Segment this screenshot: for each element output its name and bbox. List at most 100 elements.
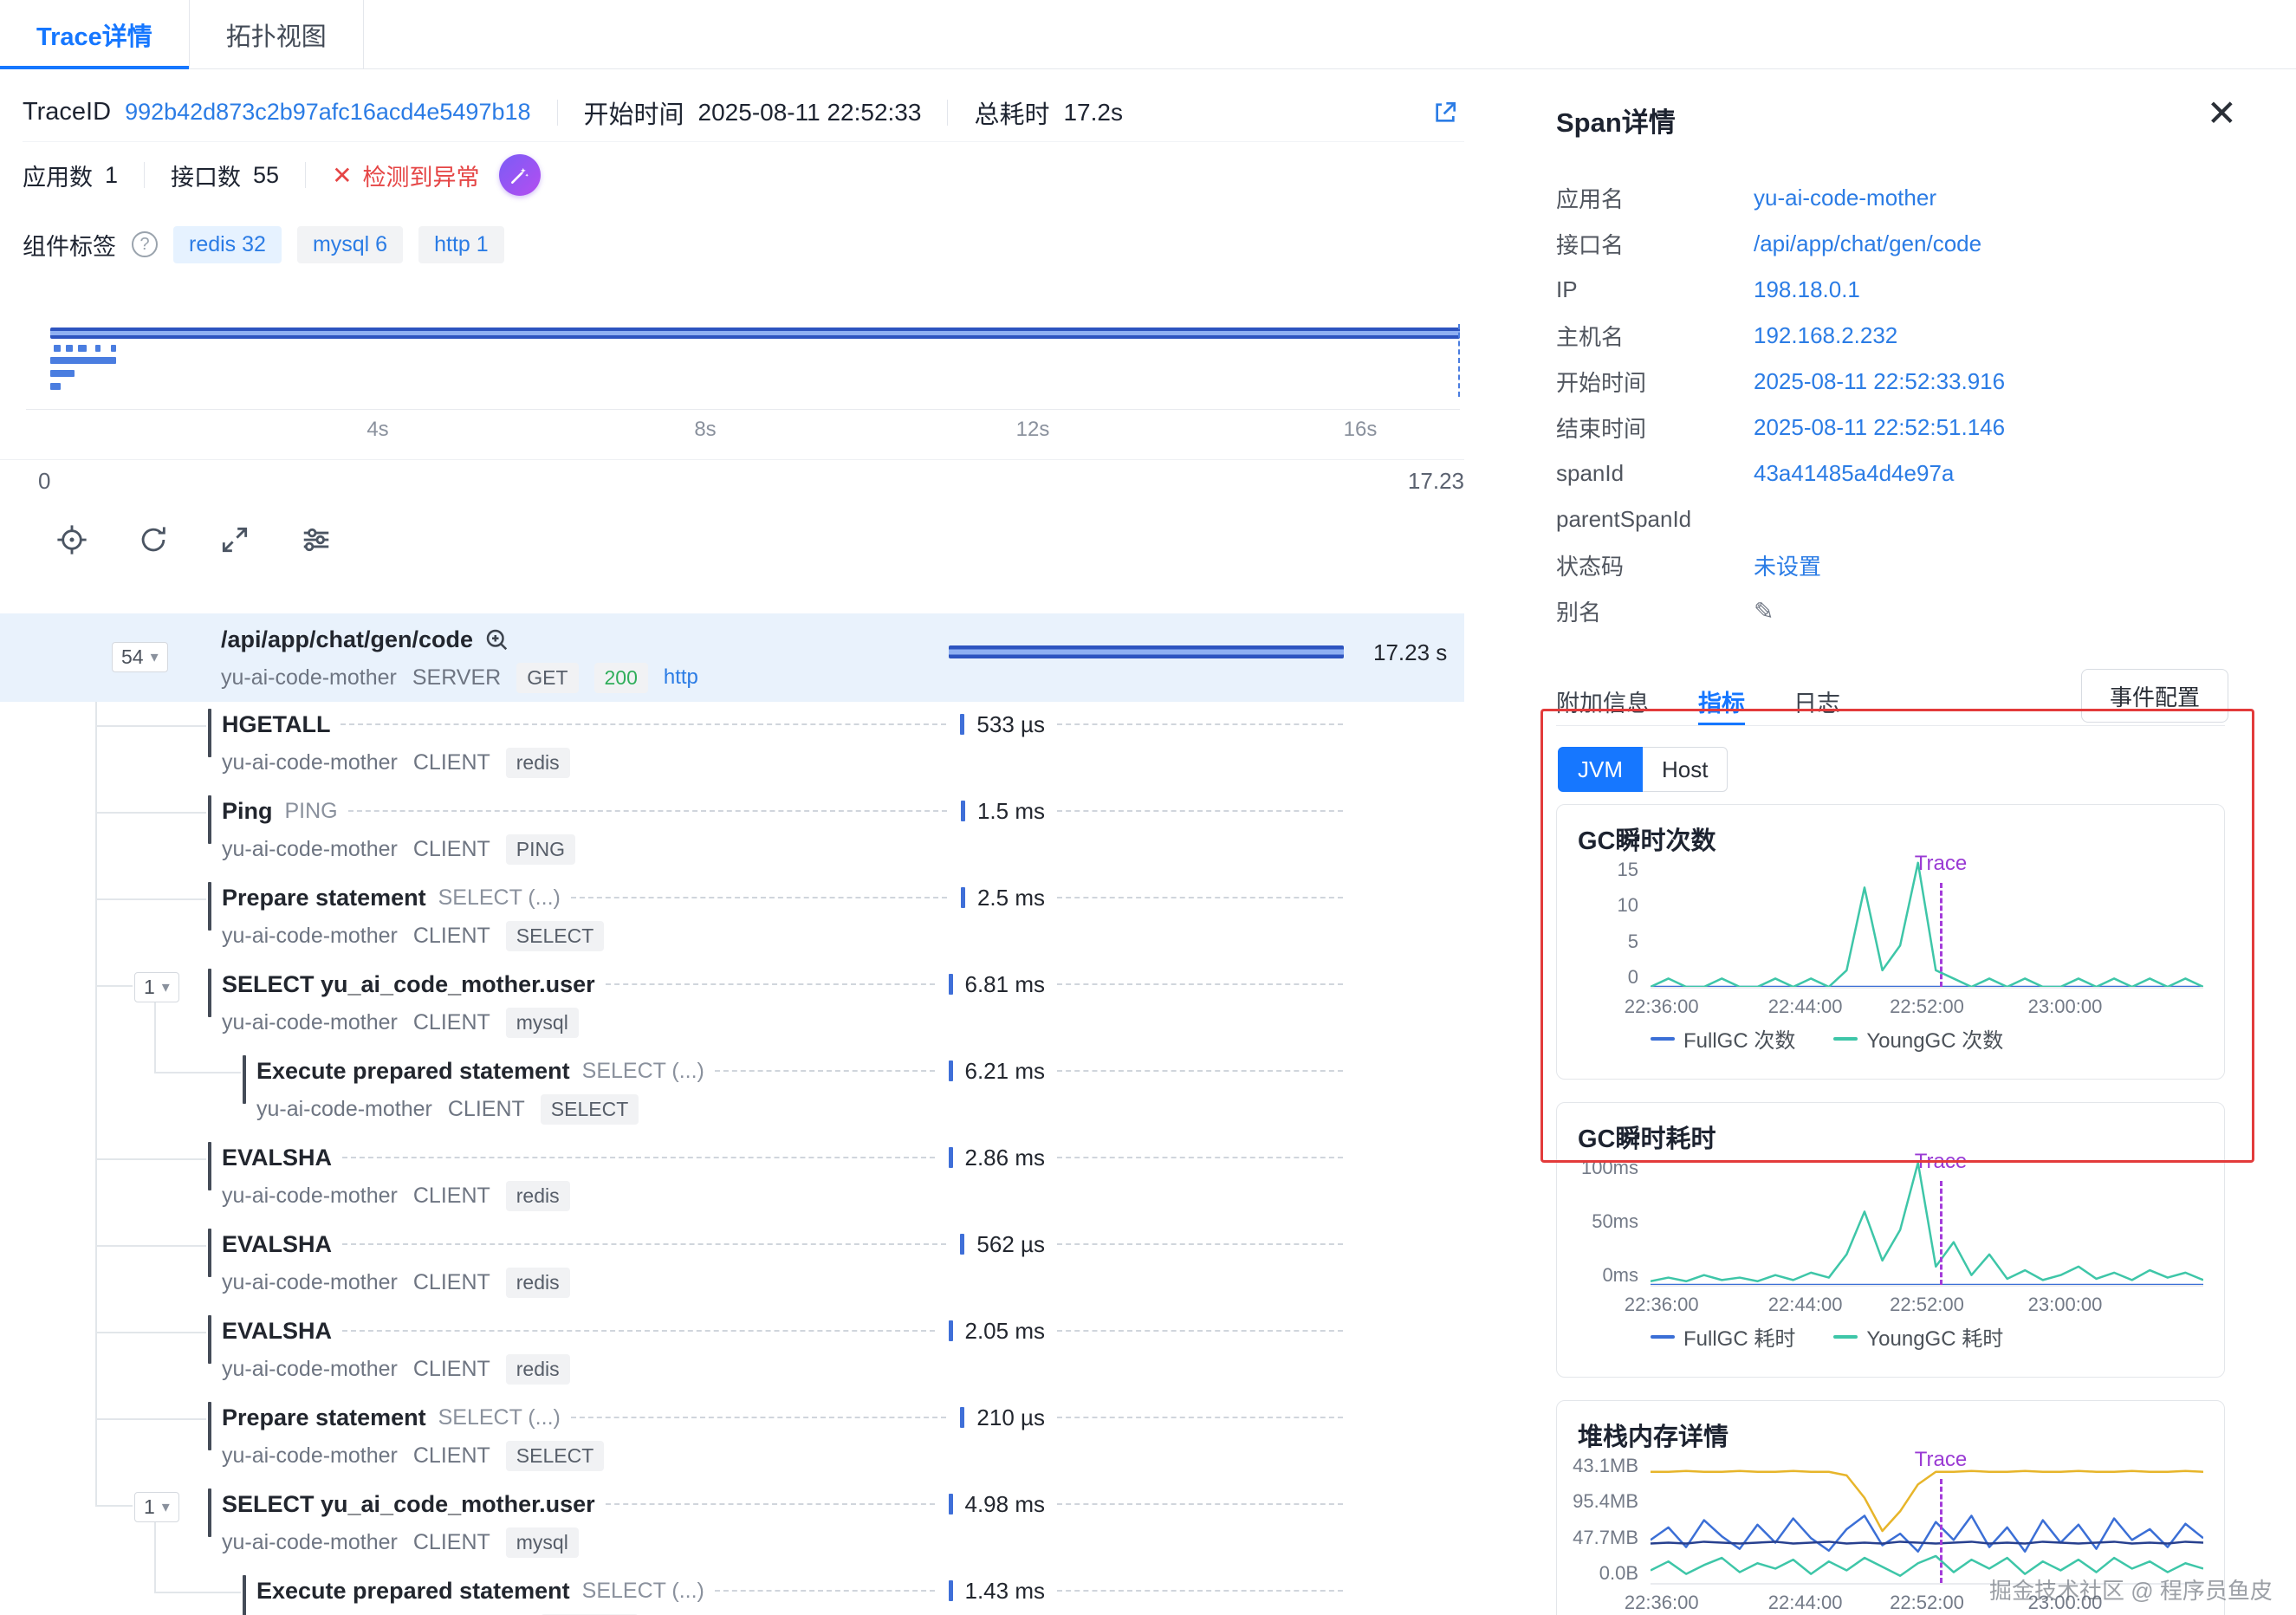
span-name: Execute prepared statement (256, 1578, 570, 1605)
child-count-pill[interactable]: 54▾ (112, 642, 168, 672)
app-count-value: 1 (105, 162, 118, 189)
span-indicator-bar (208, 969, 211, 1017)
span-subtitle-line: yu-ai-code-motherCLIENTredis (222, 745, 1343, 780)
tree-elbow-line (95, 1245, 206, 1247)
span-indicator-bar (208, 795, 211, 844)
edit-icon[interactable]: ✎ (1754, 597, 1774, 626)
span-tag-select: SELECT (541, 1094, 639, 1125)
zoom-in-icon[interactable] (483, 626, 509, 652)
span-title-line: Prepare statementSELECT (...)2.5 ms (222, 879, 1343, 917)
waterfall-row[interactable]: EVALSHA2.05 msyu-ai-code-motherCLIENTred… (0, 1308, 1464, 1395)
field-value[interactable]: 43a41485a4d4e97a (1754, 460, 1954, 487)
toggle-jvm[interactable]: JVM (1558, 747, 1643, 792)
legend-item[interactable]: YoungGC 耗时 (1833, 1321, 2003, 1352)
span-kind: CLIENT (413, 837, 490, 862)
waterfall-row[interactable]: Prepare statementSELECT (...)210 µsyu-ai… (0, 1395, 1464, 1482)
waterfall-row[interactable]: Execute prepared statementSELECT (...)6.… (0, 1048, 1464, 1135)
span-protocol-link[interactable]: http (664, 665, 698, 690)
chart-x-axis-labels: 22:36:0022:44:0022:52:0023:00:00 (1651, 1287, 2203, 1318)
tab-trace-detail[interactable]: Trace详情 (0, 0, 190, 68)
span-app-name: yu-ai-code-mother (222, 750, 398, 775)
tab-topology-view[interactable]: 拓扑视图 (190, 0, 364, 68)
child-count-pill[interactable]: 1▾ (134, 972, 179, 1002)
waterfall-row[interactable]: 54▾/api/app/chat/gen/codeyu-ai-code-moth… (0, 613, 1464, 702)
component-tag-redis[interactable]: redis 32 (173, 226, 282, 263)
waterfall-row[interactable]: PingPING1.5 msyu-ai-code-motherCLIENTPIN… (0, 788, 1464, 875)
y-tick-label: 10 (1618, 894, 1638, 917)
child-count-pill[interactable]: 1▾ (134, 1492, 179, 1522)
span-kind: CLIENT (413, 1270, 490, 1295)
chart-plot: Trace (1651, 859, 2203, 989)
minimap-axis-tick: 16s (1344, 418, 1378, 442)
span-row-content: EVALSHA2.05 msyu-ai-code-motherCLIENTred… (222, 1312, 1343, 1386)
toggle-host[interactable]: Host (1643, 747, 1728, 792)
span-tag-get: GET (516, 663, 578, 693)
minimap-range-start: 0 (38, 468, 50, 495)
panel-tab-日志[interactable]: 日志 (1793, 676, 1840, 726)
span-time-marker (949, 1060, 953, 1081)
span-time-marker (960, 714, 964, 735)
refresh-icon[interactable] (137, 523, 170, 556)
span-row-content: Prepare statementSELECT (...)210 µsyu-ai… (222, 1398, 1343, 1473)
event-config-button[interactable]: 事件配置 (2081, 669, 2228, 723)
divider (305, 162, 306, 188)
legend-item[interactable]: FullGC 次数 (1651, 1023, 1795, 1054)
duration-dash-line (1057, 1070, 1343, 1072)
trace-minimap[interactable]: 4s8s12s16s 0 17.23 (0, 302, 1473, 501)
trace-pane: TraceID 992b42d873c2b97afc16acd4e5497b18… (0, 69, 1473, 1615)
span-tag-200: 200 (594, 663, 648, 693)
panel-tab-指标[interactable]: 指标 (1698, 676, 1745, 726)
panel-tab-附加信息[interactable]: 附加信息 (1556, 676, 1650, 726)
waterfall-row[interactable]: 1▾SELECT yu_ai_code_mother.user6.81 msyu… (0, 962, 1464, 1048)
start-time-value: 2025-08-11 22:52:33 (698, 99, 922, 126)
field-value[interactable]: yu-ai-code-mother (1754, 185, 1936, 211)
trace-id-value[interactable]: 992b42d873c2b97afc16acd4e5497b18 (125, 99, 530, 126)
field-value[interactable]: 未设置 (1754, 549, 1821, 581)
span-kind: CLIENT (413, 1184, 490, 1209)
field-value[interactable]: 198.18.0.1 (1754, 276, 1860, 303)
span-app-name: yu-ai-code-mother (256, 1097, 432, 1122)
legend-item[interactable]: FullGC 耗时 (1651, 1321, 1795, 1352)
legend-item[interactable]: YoungGC 次数 (1833, 1023, 2003, 1054)
legend-label: YoungGC 次数 (1866, 1023, 2003, 1054)
filter-settings-icon[interactable] (300, 523, 333, 556)
minimap-span-mark (78, 345, 87, 352)
help-icon[interactable]: ? (132, 231, 158, 257)
root-span-bar[interactable] (949, 645, 1344, 658)
legend-swatch (1651, 1335, 1675, 1339)
waterfall-row[interactable]: Execute prepared statementSELECT (...)1.… (0, 1568, 1464, 1615)
waterfall-row[interactable]: 1▾SELECT yu_ai_code_mother.user4.98 msyu… (0, 1482, 1464, 1568)
field-value[interactable]: 2025-08-11 22:52:33.916 (1754, 368, 2005, 395)
minimap-axis (26, 409, 1460, 410)
minimap-axis-tick: 8s (694, 418, 716, 442)
expand-icon[interactable] (218, 523, 251, 556)
duration-dash-line (341, 723, 946, 725)
span-subtitle-line: yu-ai-code-motherCLIENTredis (222, 1352, 1343, 1386)
field-label: 状态码 (1556, 549, 1754, 581)
x-tick-label: 22:52:00 (1890, 1294, 1964, 1316)
waterfall-row[interactable]: EVALSHA562 µsyu-ai-code-motherCLIENTredi… (0, 1222, 1464, 1308)
component-tag-mysql[interactable]: mysql 6 (297, 226, 403, 263)
tree-elbow-line (95, 725, 206, 727)
span-field-row: 别名✎ (1556, 588, 2296, 634)
trace-detail-page: Trace详情拓扑视图 TraceID 992b42d873c2b97afc16… (0, 0, 2296, 1615)
field-value[interactable]: /api/app/chat/gen/code (1754, 230, 1981, 257)
field-value[interactable]: 192.168.2.232 (1754, 322, 1897, 349)
span-time-marker (949, 1494, 953, 1514)
waterfall-row[interactable]: EVALSHA2.86 msyu-ai-code-motherCLIENTred… (0, 1135, 1464, 1222)
close-icon[interactable]: ✕ (2207, 95, 2237, 132)
component-tag-http[interactable]: http 1 (418, 226, 504, 263)
span-indicator-bar (208, 1229, 211, 1277)
waterfall-row[interactable]: HGETALL533 µsyu-ai-code-motherCLIENTredi… (0, 702, 1464, 788)
field-value[interactable]: 2025-08-11 22:52:51.146 (1754, 414, 2005, 441)
span-title-line: SELECT yu_ai_code_mother.user4.98 ms (222, 1485, 1343, 1523)
minimap-span-mark (50, 383, 61, 390)
duration-dash-line (342, 1243, 946, 1245)
external-link-icon[interactable] (1431, 99, 1459, 126)
span-duration: 1.5 ms (977, 798, 1045, 825)
duration-dash-line (1057, 1417, 1343, 1418)
ai-diagnose-button[interactable] (499, 154, 541, 196)
locate-icon[interactable] (55, 523, 88, 556)
span-field-row: 开始时间2025-08-11 22:52:33.916 (1556, 359, 2296, 405)
waterfall-row[interactable]: Prepare statementSELECT (...)2.5 msyu-ai… (0, 875, 1464, 962)
